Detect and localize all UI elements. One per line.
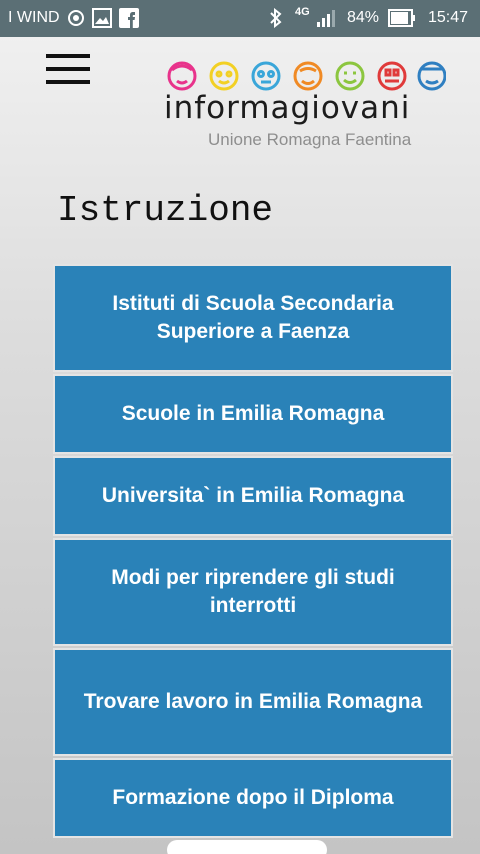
clock: 15:47 (428, 9, 469, 26)
menu-item-label: Universita` in Emilia Romagna (101, 484, 405, 507)
menu-item-label: Scuole in Emilia Romagna (121, 402, 385, 425)
network-type: 4G (295, 6, 310, 18)
facebook-icon (119, 8, 139, 33)
signal-icon (316, 8, 338, 33)
logo-brand-text: informagiovani (164, 90, 411, 126)
menu-item-istituti-scuola-secondaria[interactable]: Istituti di Scuola Secondaria Superiore … (53, 264, 453, 372)
bluetooth-icon (268, 7, 284, 33)
status-bar: I WIND 4G 84% 15:47 (0, 0, 480, 37)
battery-icon (388, 8, 416, 33)
bottom-sheet-handle[interactable] (167, 840, 327, 854)
menu-item-label: Modi per riprendere gli studi interrotti (111, 566, 395, 617)
battery-percentage: 84% (347, 9, 380, 26)
menu-item-label: Formazione dopo il Diploma (112, 786, 394, 809)
hamburger-menu-icon[interactable] (46, 54, 90, 84)
menu-item-universita-emilia-romagna[interactable]: Universita` in Emilia Romagna (53, 456, 453, 536)
menu-item-formazione-diploma[interactable]: Formazione dopo il Diploma (53, 758, 453, 838)
hotspot-icon (66, 8, 86, 33)
menu-item-scuole-emilia-romagna[interactable]: Scuole in Emilia Romagna (53, 374, 453, 454)
menu-item-label: Istituti di Scuola Secondaria Superiore … (112, 292, 394, 343)
menu-item-riprendere-studi[interactable]: Modi per riprendere gli studi interrotti (53, 538, 453, 646)
page-title: Istruzione (57, 190, 274, 231)
informagiovani-logo: informagiovani Unione Romagna Faentina (164, 60, 448, 150)
logo-subtitle: Unione Romagna Faentina (208, 130, 412, 149)
gallery-icon (92, 8, 112, 33)
menu-item-label: Trovare lavoro in Emilia Romagna (83, 690, 423, 713)
menu-item-trovare-lavoro[interactable]: Trovare lavoro in Emilia Romagna (53, 648, 453, 756)
logo-faces (167, 61, 446, 91)
carrier-name: I WIND (8, 9, 60, 26)
